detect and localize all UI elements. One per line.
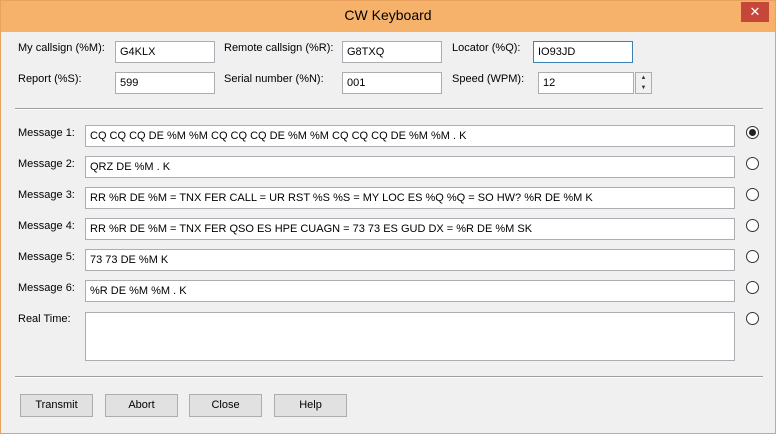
message-2-field[interactable]: QRZ DE %M . K xyxy=(85,156,735,178)
spin-down-icon[interactable]: ▼ xyxy=(636,83,651,93)
serial-number-label: Serial number (%N): xyxy=(224,73,324,85)
message-5-label: Message 5: xyxy=(18,251,75,263)
speed-label: Speed (WPM): xyxy=(452,73,525,85)
message-4-label: Message 4: xyxy=(18,220,75,232)
real-time-label: Real Time: xyxy=(18,313,71,325)
message-6-radio[interactable] xyxy=(746,281,759,294)
top-separator xyxy=(15,108,763,110)
message-3-label: Message 3: xyxy=(18,189,75,201)
message-1-label: Message 1: xyxy=(18,127,75,139)
help-button[interactable]: Help xyxy=(274,394,347,417)
bottom-separator xyxy=(15,376,763,378)
close-window-icon[interactable]: ✕ xyxy=(741,2,769,22)
window-title: CW Keyboard xyxy=(344,7,432,23)
message-5-field[interactable]: 73 73 DE %M K xyxy=(85,249,735,271)
serial-number-field[interactable]: 001 xyxy=(342,72,442,94)
report-field[interactable]: 599 xyxy=(115,72,215,94)
dialog-body: My callsign (%M): G4KLX Remote callsign … xyxy=(9,32,767,427)
remote-callsign-field[interactable]: G8TXQ xyxy=(342,41,442,63)
message-3-field[interactable]: RR %R DE %M = TNX FER CALL = UR RST %S %… xyxy=(85,187,735,209)
report-label: Report (%S): xyxy=(18,73,82,85)
my-callsign-field[interactable]: G4KLX xyxy=(115,41,215,63)
message-2-label: Message 2: xyxy=(18,158,75,170)
message-1-field[interactable]: CQ CQ CQ DE %M %M CQ CQ CQ DE %M %M CQ C… xyxy=(85,125,735,147)
message-1-radio[interactable] xyxy=(746,126,759,139)
message-6-field[interactable]: %R DE %M %M . K xyxy=(85,280,735,302)
cw-keyboard-window: CW Keyboard ✕ My callsign (%M): G4KLX Re… xyxy=(0,0,776,434)
message-3-radio[interactable] xyxy=(746,188,759,201)
speed-field[interactable]: 12 xyxy=(538,72,634,94)
real-time-textarea[interactable] xyxy=(85,312,735,361)
message-4-field[interactable]: RR %R DE %M = TNX FER QSO ES HPE CUAGN =… xyxy=(85,218,735,240)
message-5-radio[interactable] xyxy=(746,250,759,263)
message-4-radio[interactable] xyxy=(746,219,759,232)
spin-up-icon[interactable]: ▲ xyxy=(636,73,651,83)
real-time-radio[interactable] xyxy=(746,312,759,325)
speed-spinner[interactable]: ▲ ▼ xyxy=(635,72,652,94)
message-2-radio[interactable] xyxy=(746,157,759,170)
locator-label: Locator (%Q): xyxy=(452,42,521,54)
title-bar: CW Keyboard ✕ xyxy=(1,1,775,32)
remote-callsign-label: Remote callsign (%R): xyxy=(224,42,334,54)
message-6-label: Message 6: xyxy=(18,282,75,294)
radio-selected-dot xyxy=(749,129,756,136)
locator-field[interactable]: IO93JD xyxy=(533,41,633,63)
my-callsign-label: My callsign (%M): xyxy=(18,42,105,54)
close-button[interactable]: Close xyxy=(189,394,262,417)
transmit-button[interactable]: Transmit xyxy=(20,394,93,417)
abort-button[interactable]: Abort xyxy=(105,394,178,417)
